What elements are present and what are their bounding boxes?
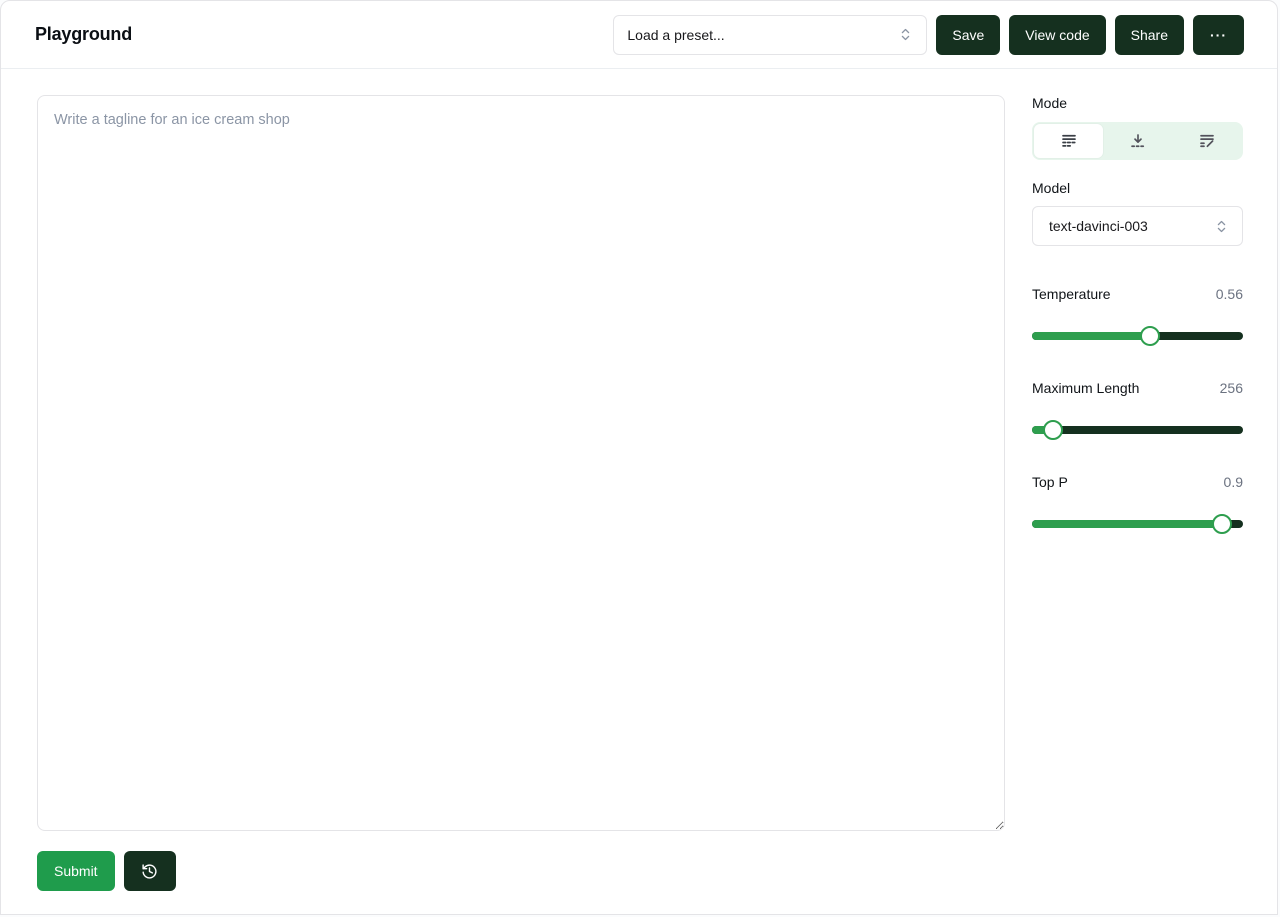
share-button[interactable]: Share [1115, 15, 1184, 55]
model-select-value: text-davinci-003 [1049, 218, 1148, 234]
mode-complete-toggle[interactable] [1034, 124, 1103, 158]
chevrons-up-down-icon [1214, 219, 1229, 234]
header-actions: Load a preset... Save View code Share ··… [613, 15, 1244, 55]
maximum-length-value: 256 [1220, 380, 1243, 396]
top-p-setting: Top P 0.9 [1032, 474, 1243, 534]
complete-mode-icon [1060, 132, 1078, 150]
insert-mode-icon [1129, 132, 1147, 150]
history-icon [141, 863, 158, 880]
mode-label: Mode [1032, 95, 1243, 111]
main-content: Submit Mode [1, 69, 1277, 917]
submit-button[interactable]: Submit [37, 851, 115, 891]
model-select[interactable]: text-davinci-003 [1032, 206, 1243, 246]
slider-fill [1032, 520, 1222, 528]
page-title: Playground [35, 24, 132, 45]
temperature-value: 0.56 [1216, 286, 1243, 302]
load-preset-select[interactable]: Load a preset... [613, 15, 927, 55]
maximum-length-setting: Maximum Length 256 [1032, 380, 1243, 440]
view-code-button[interactable]: View code [1009, 15, 1105, 55]
mode-toggle-group [1032, 122, 1243, 160]
editor-footer: Submit [37, 851, 1005, 891]
slider-fill [1032, 332, 1150, 340]
playground-app: Playground Load a preset... Save View co… [0, 0, 1278, 915]
mode-insert-toggle[interactable] [1103, 124, 1172, 158]
load-preset-placeholder: Load a preset... [627, 27, 724, 43]
temperature-slider[interactable] [1032, 326, 1243, 346]
slider-thumb[interactable] [1043, 420, 1063, 440]
top-p-label: Top P [1032, 474, 1068, 490]
model-label: Model [1032, 180, 1243, 196]
top-p-value: 0.9 [1224, 474, 1243, 490]
mode-edit-toggle[interactable] [1172, 124, 1241, 158]
settings-sidebar: Mode [1032, 95, 1243, 891]
save-button[interactable]: Save [936, 15, 1000, 55]
slider-thumb[interactable] [1212, 514, 1232, 534]
header: Playground Load a preset... Save View co… [1, 1, 1277, 69]
chevrons-up-down-icon [898, 27, 913, 42]
temperature-setting: Temperature 0.56 [1032, 286, 1243, 346]
prompt-textarea[interactable] [37, 95, 1005, 831]
temperature-label: Temperature [1032, 286, 1111, 302]
maximum-length-slider[interactable] [1032, 420, 1243, 440]
top-p-slider[interactable] [1032, 514, 1243, 534]
more-options-button[interactable]: ··· [1193, 15, 1244, 55]
edit-mode-icon [1198, 132, 1216, 150]
slider-track [1032, 426, 1243, 434]
editor-column: Submit [37, 95, 1005, 891]
maximum-length-label: Maximum Length [1032, 380, 1139, 396]
slider-thumb[interactable] [1140, 326, 1160, 346]
history-button[interactable] [124, 851, 176, 891]
